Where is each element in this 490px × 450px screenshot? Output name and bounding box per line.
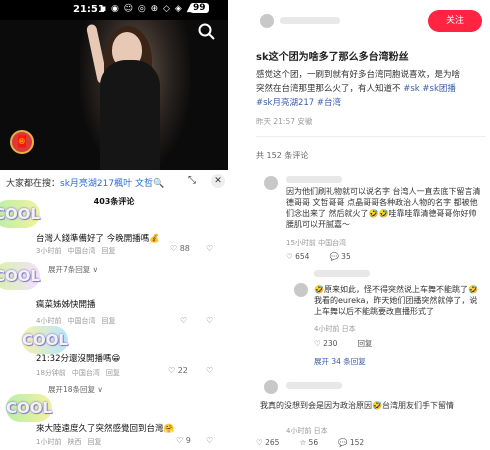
- search-suggestion-icon: 🔍: [152, 179, 165, 189]
- author-avatar[interactable]: [260, 14, 274, 28]
- post-title: sk这个团为啥多了那么多台湾粉丝: [256, 52, 409, 63]
- hashtag-link[interactable]: #sk月亮湖217: [256, 98, 314, 108]
- like-count: 654: [295, 252, 310, 261]
- total-comments: 共 152 条评论: [256, 151, 309, 160]
- like-count: 22: [177, 366, 188, 375]
- comment-meta: 15小时前 中国台湾: [286, 239, 347, 247]
- reply-button[interactable]: 💬 35: [329, 252, 360, 261]
- username-blurred: [286, 382, 342, 389]
- video-player[interactable]: 🧧: [0, 20, 228, 170]
- post-body-line: 突然在台湾那里那么火了，有人知道不 #sk #sk团播: [256, 82, 486, 96]
- expand-replies-button[interactable]: 展开18条回复 ∨: [48, 384, 103, 395]
- like-count: 88: [179, 244, 190, 253]
- comment-meta: 4小时前 日本: [314, 325, 356, 333]
- post-detail-pane: 关注 sk这个团为啥多了那么多台湾粉丝 感觉这个团，一刷到就有好多台湾同胞说喜欢…: [228, 0, 490, 450]
- like-count: 9: [185, 436, 191, 445]
- like-button[interactable]: ♡ 88: [170, 244, 190, 253]
- comment-time: 18分钟前: [36, 369, 66, 377]
- like-button[interactable]: ♡ 230: [314, 339, 347, 348]
- comment-stats: ♡ 654 💬 35: [286, 252, 371, 261]
- comment-location: 陕西: [67, 438, 82, 446]
- battery-icon: 99: [190, 3, 209, 13]
- reply-button[interactable]: 回复: [357, 339, 372, 348]
- comment-time: 1小时前: [36, 438, 62, 446]
- comment-text[interactable]: 瘋菜姊姊快開播: [36, 298, 96, 310]
- post-header: 关注: [228, 0, 490, 40]
- reply-button[interactable]: 回复: [87, 438, 101, 446]
- cool-sticker: COOL: [0, 200, 40, 228]
- hashtag-link[interactable]: #台湾: [317, 98, 341, 108]
- comment-stats: ♡ 230 回复: [314, 338, 382, 349]
- like-button[interactable]: ♡ 22: [168, 366, 188, 375]
- author-name-blurred: [280, 17, 340, 24]
- avatar[interactable]: [264, 176, 278, 190]
- status-bar: 21:51 ▪ ◉ ☺ ◎ ⊕ ◇ ◈ ▲ ◉ 99: [0, 0, 228, 20]
- comment-text[interactable]: 我真的没想到会是因为政治原因🤣台湾朋友们手下留情: [260, 400, 484, 411]
- comment-meta: 18分钟前 中国台湾 回复: [36, 368, 126, 378]
- collapse-icon[interactable]: ⤡: [188, 175, 196, 186]
- hashtag-link[interactable]: #sk团播: [422, 84, 455, 94]
- cool-sticker: COOL: [22, 326, 68, 354]
- comment-time: 3小时前: [36, 247, 62, 255]
- close-icon[interactable]: ✕: [211, 174, 225, 188]
- search-suggestion-prefix: 大家都在搜：: [6, 179, 61, 189]
- red-packet-icon[interactable]: 🧧: [10, 130, 34, 154]
- post-action-bar: ♡ 265 ☆ 56 💬 152: [256, 438, 384, 447]
- like-button[interactable]: ♡: [180, 316, 187, 325]
- post-meta: 昨天 21:57 安徽: [256, 117, 313, 126]
- dislike-icon[interactable]: ♡: [206, 244, 213, 253]
- expand-replies-button[interactable]: 展开 34 条回复: [314, 356, 366, 367]
- star-button[interactable]: ☆ 56: [299, 438, 328, 447]
- dislike-icon[interactable]: ♡: [206, 316, 213, 325]
- username-blurred: [314, 270, 370, 277]
- reply-button[interactable]: 回复: [106, 369, 120, 377]
- star-count: 56: [308, 438, 319, 447]
- comment-count: 152: [349, 438, 365, 447]
- comment-text[interactable]: 因为他们刷礼物就可以说名字 台湾人一直去底下留言清德哥哥 文哲哥哥 点晶哥哥各种…: [286, 186, 482, 230]
- comment-location: 中国台湾: [67, 317, 96, 325]
- post-body: 感觉这个团，一刷到就有好多台湾同胞说喜欢，是为啥 突然在台湾那里那么火了，有人知…: [256, 68, 486, 110]
- comment-text[interactable]: 21:32分還沒開播嗎😁: [36, 352, 120, 364]
- comment-meta: 3小时前 中国台湾 回复: [36, 246, 121, 256]
- dislike-icon[interactable]: ♡: [206, 366, 213, 375]
- video-figure-dress: [100, 60, 160, 170]
- phone-screen: 21:51 ▪ ◉ ☺ ◎ ⊕ ◇ ◈ ▲ ◉ 99 🧧 大家都在搜：sk月亮湖…: [0, 0, 228, 450]
- dislike-icon[interactable]: ♡: [206, 436, 213, 445]
- post-body-line: #sk月亮湖217 #台湾: [256, 96, 486, 110]
- comment-time: 4小时前: [36, 317, 62, 325]
- search-icon[interactable]: [197, 22, 217, 42]
- reply-button[interactable]: 回复: [101, 317, 115, 325]
- expand-replies-button[interactable]: 展开7条回复 ∨: [48, 264, 98, 275]
- like-button[interactable]: ♡ 654: [286, 252, 319, 261]
- like-count: 230: [323, 339, 338, 348]
- cool-sticker: COOL: [0, 262, 40, 290]
- comment-meta: 4小时前 日本: [286, 427, 328, 435]
- post-body-line: 感觉这个团，一刷到就有好多台湾同胞说喜欢，是为啥: [256, 70, 461, 80]
- reply-button[interactable]: 回复: [101, 247, 115, 255]
- cool-sticker: COOL: [6, 394, 52, 422]
- divider: [256, 136, 486, 137]
- comment-meta: 4小时前 中国台湾 回复: [36, 316, 121, 326]
- comment-location: 中国台湾: [67, 247, 96, 255]
- comment-meta: 1小时前 陕西 回复: [36, 437, 107, 447]
- like-count: 265: [265, 438, 280, 447]
- comment-location: 中国台湾: [71, 369, 100, 377]
- avatar[interactable]: [264, 380, 278, 394]
- avatar[interactable]: [294, 283, 308, 297]
- reply-count: 35: [341, 252, 351, 261]
- follow-button[interactable]: 关注: [428, 10, 482, 32]
- username-blurred: [286, 176, 342, 183]
- search-suggestion[interactable]: 大家都在搜：sk月亮湖217楓叶 文哲🔍 ⤡ ✕: [6, 174, 225, 190]
- search-suggestion-query[interactable]: sk月亮湖217楓叶 文哲: [60, 179, 153, 189]
- comment-text[interactable]: 來大陸遠度久了突然感覺回到台灣🤗: [36, 422, 174, 434]
- comment-text[interactable]: 🤣原来如此，怪不得突然说上车舞不能跳了🤣我看的eureka，昨天她们团播突然就停…: [314, 284, 484, 317]
- hashtag-link[interactable]: #sk: [403, 84, 419, 94]
- comment-text[interactable]: 台灣人錢準備好了 今晚開播嗎💰: [36, 232, 160, 244]
- screenshot-root: 21:51 ▪ ◉ ☺ ◎ ⊕ ◇ ◈ ▲ ◉ 99 🧧 大家都在搜：sk月亮湖…: [0, 0, 490, 450]
- like-button[interactable]: ♡ 9: [176, 436, 191, 445]
- comment-button[interactable]: 💬 152: [338, 438, 374, 447]
- like-button[interactable]: ♡ 265: [256, 438, 289, 447]
- post-body-text: 突然在台湾那里那么火了，有人知道不: [256, 84, 401, 94]
